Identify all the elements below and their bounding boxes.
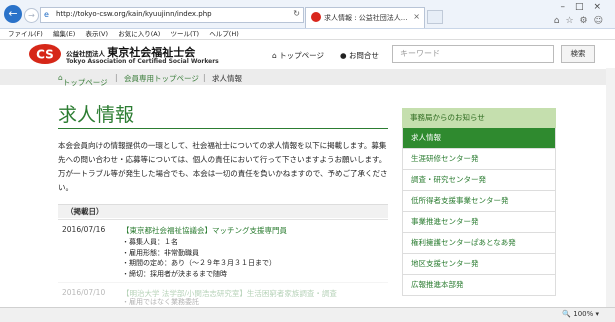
nav-top-page[interactable]: ⌂ トップページ [272,50,324,61]
menu-favorites[interactable]: お気に入り(A) [118,29,160,39]
menu-help[interactable]: ヘルプ(H) [209,29,238,39]
menu-file[interactable]: ファイル(F) [8,29,43,39]
menu-edit[interactable]: 編集(E) [53,29,75,39]
svg-text:CS: CS [36,48,54,62]
sidebar: 事務局からのお知らせ 求人情報 生涯研修センター発 調査・研究センター発 低所得… [402,108,556,296]
post-date: 2016/07/10 [62,288,106,297]
job-title-link[interactable]: 【東京都社会福祉協議会】マッチング支援専門員 [122,225,287,236]
sidebar-heading: 事務局からのお知らせ [402,108,556,128]
forward-button[interactable]: → [24,8,39,23]
breadcrumb-home[interactable]: ⌂ トップページ [58,73,108,87]
sidebar-item-low-income[interactable]: 低所得者支援事業センター発 [402,191,556,212]
sidebar-item-pr[interactable]: 広報推進本部発 [402,275,556,296]
page-title: 求人情報 [58,104,135,126]
favicon-icon [311,12,321,22]
sidebar-item-training[interactable]: 生涯研修センター発 [402,149,556,170]
browser-titlebar: ← → e http://tokyo-csw.org/kain/kyuujinn… [0,0,615,29]
ie-icon: e [44,10,49,19]
intro-text: 本会会員向けの情報提供の一環として、社会福祉士についての求人情報を以下に掲載しま… [58,141,388,192]
job-details: ・雇用ではなく業務委託 [122,298,199,306]
close-tab-icon[interactable]: × [413,12,420,21]
org-logo-icon[interactable]: CS [28,43,62,65]
menu-bar: ファイル(F) 編集(E) 表示(V) お気に入り(A) ツール(T) ヘルプ(… [0,29,615,40]
breadcrumb-sep: | [203,73,206,82]
breadcrumb-members[interactable]: 会員専用トップページ [124,73,199,84]
breadcrumb: ⌂ トップページ | 会員専用トップページ | 求人情報 [0,69,615,87]
site-header: CS 公益社団法人 東京社会福祉士会 Tokyo Association of … [0,40,615,68]
window-controls[interactable]: –□× [560,2,611,12]
url-text: http://tokyo-csw.org/kain/kyuujinn/index… [56,10,212,18]
table-row: 2016/07/10 【明治大学 法学部/小関浩志研究室】生活困窮者家族調査・調… [58,282,388,307]
title-divider [58,128,388,129]
sidebar-item-rights[interactable]: 権利擁護センターぱあとなあ発 [402,233,556,254]
status-bar: 🔍 100% ▾ [0,307,615,322]
nav-contact[interactable]: ● お問合せ [340,50,379,61]
back-button[interactable]: ← [4,5,22,23]
table-row: 2016/07/16 【東京都社会福祉協議会】マッチング支援専門員 ・募集人員：… [58,219,388,282]
zoom-level[interactable]: 🔍 100% ▾ [562,310,599,318]
sidebar-item-business[interactable]: 事業推進センター発 [402,212,556,233]
search-button[interactable]: 検索 [561,45,595,63]
search-input[interactable]: キーワード [392,45,554,63]
tab-title: 求人情報 : 公益社団法人... [324,14,408,22]
breadcrumb-sep: | [115,73,118,82]
org-name-en: Tokyo Association of Certified Social Wo… [66,58,219,65]
table-header: （掲載日） [58,204,388,218]
new-tab-button[interactable] [427,10,443,24]
breadcrumb-current: 求人情報 [212,74,242,83]
sidebar-item-research[interactable]: 調査・研究センター発 [402,170,556,191]
browser-tab[interactable]: 求人情報 : 公益社団法人... × [305,7,425,28]
vertical-scrollbar[interactable] [606,68,615,307]
job-details: ・募集人員：１名 ・雇用形態：非常勤職員 ・期間の定め：あり（～２９年３月３１日… [122,238,276,278]
address-bar[interactable]: e http://tokyo-csw.org/kain/kyuujinn/ind… [40,7,304,23]
menu-view[interactable]: 表示(V) [85,29,108,39]
menu-tools[interactable]: ツール(T) [171,29,200,39]
sidebar-item-district[interactable]: 地区支援センター発 [402,254,556,275]
refresh-icon[interactable]: ↻ [293,9,300,18]
sidebar-item-jobs[interactable]: 求人情報 [402,128,556,149]
post-date: 2016/07/16 [62,225,106,234]
toolbar-icons[interactable]: ⌂☆⚙☺ [554,16,609,26]
